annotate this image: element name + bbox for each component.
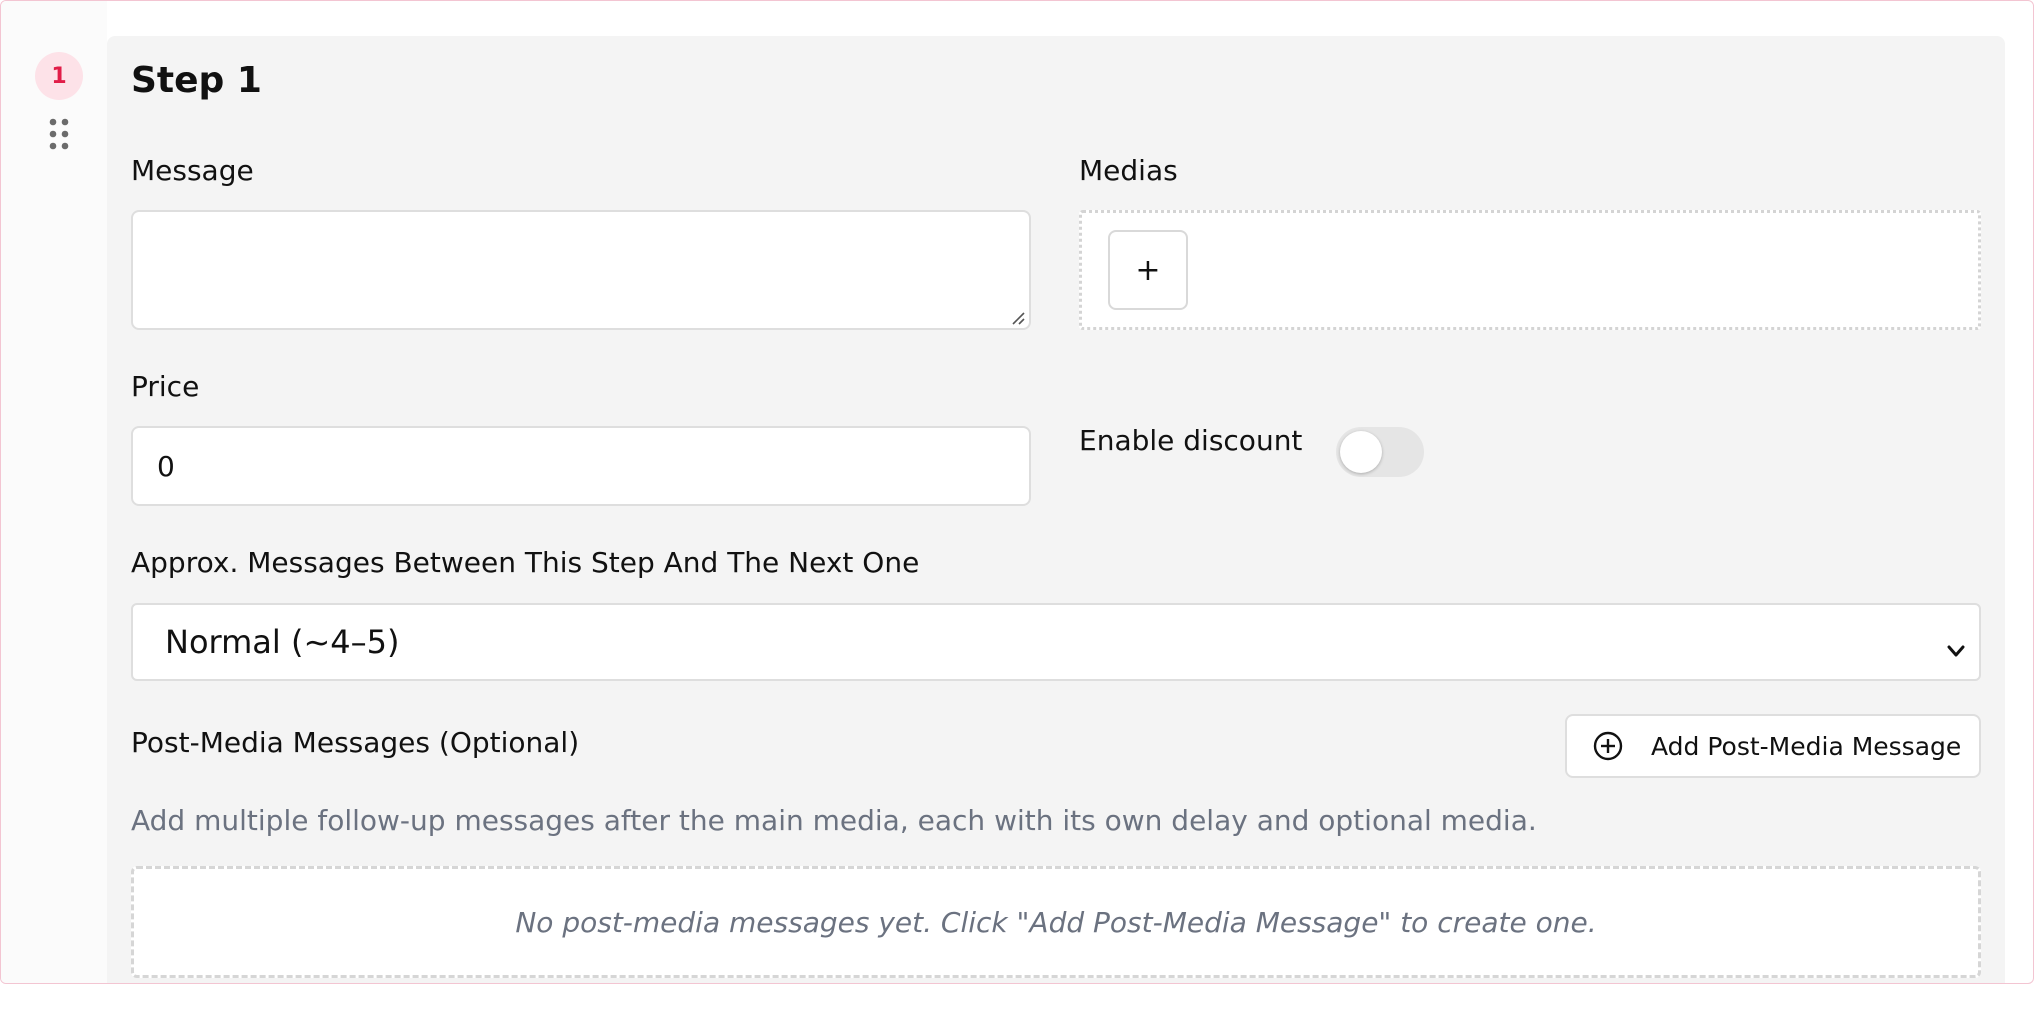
toggle-knob: [1340, 431, 1382, 473]
step-title: Step 1: [131, 60, 262, 101]
price-input[interactable]: 0: [131, 426, 1031, 506]
step-rail: 1: [1, 1, 107, 983]
step-container: 1 Step 1 Message Medias + Price 0 Enable…: [0, 0, 2034, 984]
step-card: Step 1 Message Medias + Price 0 Enable d…: [107, 36, 2005, 983]
add-post-media-button-label: Add Post-Media Message: [1651, 731, 1962, 761]
resize-grip-icon[interactable]: [1011, 310, 1025, 325]
price-label: Price: [131, 370, 200, 403]
add-media-button[interactable]: +: [1108, 230, 1188, 310]
step-number-badge: 1: [35, 52, 83, 100]
message-label: Message: [131, 154, 254, 187]
spacing-selected-value: Normal (~4–5): [165, 623, 400, 661]
chevron-down-icon: [1945, 632, 1967, 657]
post-media-label: Post-Media Messages (Optional): [131, 726, 580, 759]
plus-circle-icon: [1591, 729, 1625, 763]
discount-label: Enable discount: [1079, 424, 1303, 457]
message-textarea[interactable]: [131, 210, 1031, 330]
discount-toggle[interactable]: [1336, 427, 1424, 477]
medias-label: Medias: [1079, 154, 1178, 187]
post-media-hint: Add multiple follow-up messages after th…: [131, 804, 1537, 837]
post-media-empty-state: No post-media messages yet. Click "Add P…: [131, 866, 1981, 978]
spacing-label: Approx. Messages Between This Step And T…: [131, 546, 920, 579]
add-post-media-button[interactable]: Add Post-Media Message: [1565, 714, 1981, 778]
spacing-select[interactable]: Normal (~4–5): [131, 603, 1981, 681]
post-media-empty-text: No post-media messages yet. Click "Add P…: [515, 905, 1597, 939]
medias-dropzone[interactable]: +: [1079, 210, 1981, 330]
drag-handle-icon[interactable]: [48, 117, 70, 151]
